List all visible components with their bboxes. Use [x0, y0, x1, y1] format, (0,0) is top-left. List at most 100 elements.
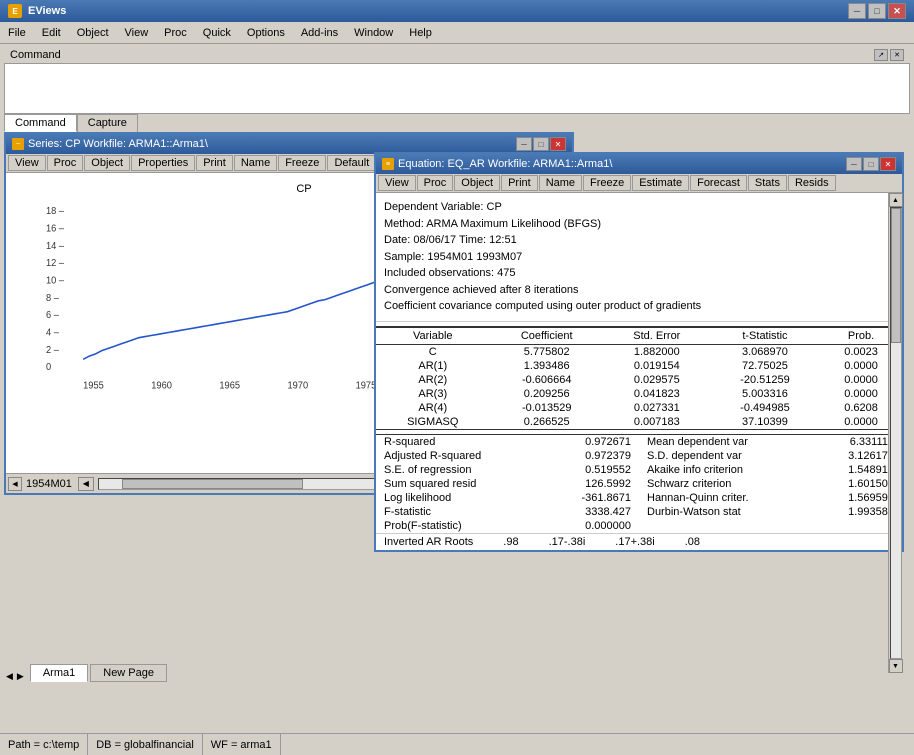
col-variable: Variable — [376, 327, 490, 345]
eq-resids-btn[interactable]: Resids — [788, 175, 836, 191]
eq-scroll-thumb[interactable] — [891, 208, 901, 343]
ar-root-1: .98 — [503, 536, 518, 548]
bottom-tab-newpage[interactable]: New Page — [90, 664, 167, 682]
menu-view[interactable]: View — [117, 25, 157, 41]
tab-nav-right[interactable]: ▶ — [15, 671, 26, 682]
eq-proc-btn[interactable]: Proc — [417, 175, 454, 191]
series-freeze-btn[interactable]: Freeze — [278, 155, 326, 171]
series-default-btn[interactable]: Default — [327, 155, 376, 171]
command-bar-close[interactable]: ✕ — [890, 49, 904, 61]
coeff-cell: C — [376, 344, 490, 359]
bottom-tab-bar: ◀ ▶ Arma1 New Page — [4, 664, 910, 682]
stats-section: R-squared0.972671Mean dependent var6.331… — [376, 434, 902, 533]
coeff-cell: 5.775802 — [490, 344, 604, 359]
stat-label: Sum squared resid — [384, 478, 476, 490]
status-bar: Path = c:\temp DB = globalfinancial WF =… — [0, 733, 914, 755]
equation-maximize-btn[interactable]: □ — [863, 157, 879, 171]
series-maximize-btn[interactable]: □ — [533, 137, 549, 151]
stat-row-left: S.E. of regression0.519552 — [376, 463, 639, 477]
menu-edit[interactable]: Edit — [34, 25, 69, 41]
coeff-cell: 0.027331 — [604, 401, 710, 415]
series-minimize-btn[interactable]: ─ — [516, 137, 532, 151]
series-close-btn[interactable]: ✕ — [550, 137, 566, 151]
coeff-cell: 72.75025 — [710, 359, 820, 373]
stat-row-left: Sum squared resid 126.5992 — [376, 477, 639, 491]
stat-value: 0.972379 — [585, 450, 631, 462]
eq-freeze-btn[interactable]: Freeze — [583, 175, 631, 191]
equation-minimize-btn[interactable]: ─ — [846, 157, 862, 171]
series-proc-btn[interactable]: Proc — [47, 155, 84, 171]
ar-root-2: .17-.38i — [549, 536, 586, 548]
bottom-tab-arma1[interactable]: Arma1 — [30, 664, 88, 682]
menu-window[interactable]: Window — [346, 25, 401, 41]
eq-object-btn[interactable]: Object — [454, 175, 500, 191]
stat-label: Adjusted R-squared — [384, 450, 481, 462]
equation-window-title-bar[interactable]: ≡ Equation: EQ_AR Workfile: ARMA1::Arma1… — [376, 154, 902, 174]
eq-scroll-up[interactable]: ▲ — [889, 193, 903, 207]
stat-label: Durbin-Watson stat — [647, 506, 741, 518]
stat-row-right: S.D. dependent var3.126173 — [639, 449, 902, 463]
svg-text:4 –: 4 – — [46, 327, 60, 338]
series-name-btn[interactable]: Name — [234, 155, 277, 171]
equation-scrollbar[interactable]: ▲ ▼ — [888, 193, 902, 673]
series-window-title-bar[interactable]: ~ Series: CP Workfile: ARMA1::Arma1\ ─ □… — [6, 134, 572, 154]
menu-object[interactable]: Object — [69, 25, 117, 41]
series-view-btn[interactable]: View — [8, 155, 46, 171]
stat-value: 0.972671 — [585, 436, 631, 448]
series-print-btn[interactable]: Print — [196, 155, 233, 171]
stat-value: 126.5992 — [585, 478, 631, 490]
close-button[interactable]: ✕ — [888, 3, 906, 19]
minimize-button[interactable]: ─ — [848, 3, 866, 19]
coeff-cell: SIGMASQ — [376, 415, 490, 430]
stat-row-right: Durbin-Watson stat1.993582 — [639, 505, 902, 519]
series-window-icon: ~ — [12, 138, 24, 150]
eq-method: Method: ARMA Maximum Likelihood (BFGS) — [384, 216, 894, 233]
eq-obs: Included observations: 475 — [384, 265, 894, 282]
menu-proc[interactable]: Proc — [156, 25, 195, 41]
eq-print-btn[interactable]: Print — [501, 175, 538, 191]
ar-root-4: .08 — [685, 536, 700, 548]
tab-nav-left[interactable]: ◀ — [4, 671, 15, 682]
coeff-cell: 5.003316 — [710, 387, 820, 401]
tab-capture[interactable]: Capture — [77, 114, 138, 132]
eq-estimate-btn[interactable]: Estimate — [632, 175, 689, 191]
equation-close-btn[interactable]: ✕ — [880, 157, 896, 171]
eq-stats-btn[interactable]: Stats — [748, 175, 787, 191]
eq-view-btn[interactable]: View — [378, 175, 416, 191]
scroll-left-btn[interactable]: ◀ — [8, 477, 22, 491]
eq-forecast-btn[interactable]: Forecast — [690, 175, 747, 191]
command-bar-float[interactable]: ↗ — [874, 49, 888, 61]
eq-convergence: Convergence achieved after 8 iterations — [384, 282, 894, 299]
svg-text:0: 0 — [46, 362, 51, 373]
menu-help[interactable]: Help — [401, 25, 440, 41]
main-content: ~ Series: CP Workfile: ARMA1::Arma1\ ─ □… — [4, 132, 910, 662]
series-properties-btn[interactable]: Properties — [131, 155, 195, 171]
eq-scroll-track[interactable] — [890, 207, 902, 659]
status-db: DB = globalfinancial — [88, 734, 203, 755]
command-bar-title: Command ↗ ✕ — [4, 47, 910, 64]
command-input-area[interactable] — [4, 64, 910, 114]
stat-row-right: Hannan-Quinn criter.1.569595 — [639, 491, 902, 505]
svg-text:14 –: 14 – — [46, 241, 65, 252]
equation-window-icon: ≡ — [382, 158, 394, 170]
equation-window: ≡ Equation: EQ_AR Workfile: ARMA1::Arma1… — [374, 152, 904, 552]
scroll-left-arrow2[interactable]: ◀ — [78, 477, 94, 491]
menu-addins[interactable]: Add-ins — [293, 25, 346, 41]
menu-quick[interactable]: Quick — [195, 25, 239, 41]
tab-command[interactable]: Command — [4, 114, 77, 132]
svg-text:1965: 1965 — [219, 380, 240, 391]
series-object-btn[interactable]: Object — [84, 155, 130, 171]
stat-label: Akaike info criterion — [647, 464, 743, 476]
coeff-cell: 3.068970 — [710, 344, 820, 359]
eq-scroll-down[interactable]: ▼ — [889, 659, 903, 673]
coeff-cell: -0.013529 — [490, 401, 604, 415]
menu-file[interactable]: File — [0, 25, 34, 41]
scrollbar-thumb[interactable] — [122, 479, 304, 489]
stat-value: 0.000000 — [585, 520, 631, 532]
svg-text:8 –: 8 – — [46, 293, 60, 304]
menu-options[interactable]: Options — [239, 25, 293, 41]
eq-name-btn[interactable]: Name — [539, 175, 582, 191]
maximize-button[interactable]: □ — [868, 3, 886, 19]
coeff-cell: AR(3) — [376, 387, 490, 401]
svg-text:18 –: 18 – — [46, 206, 65, 217]
